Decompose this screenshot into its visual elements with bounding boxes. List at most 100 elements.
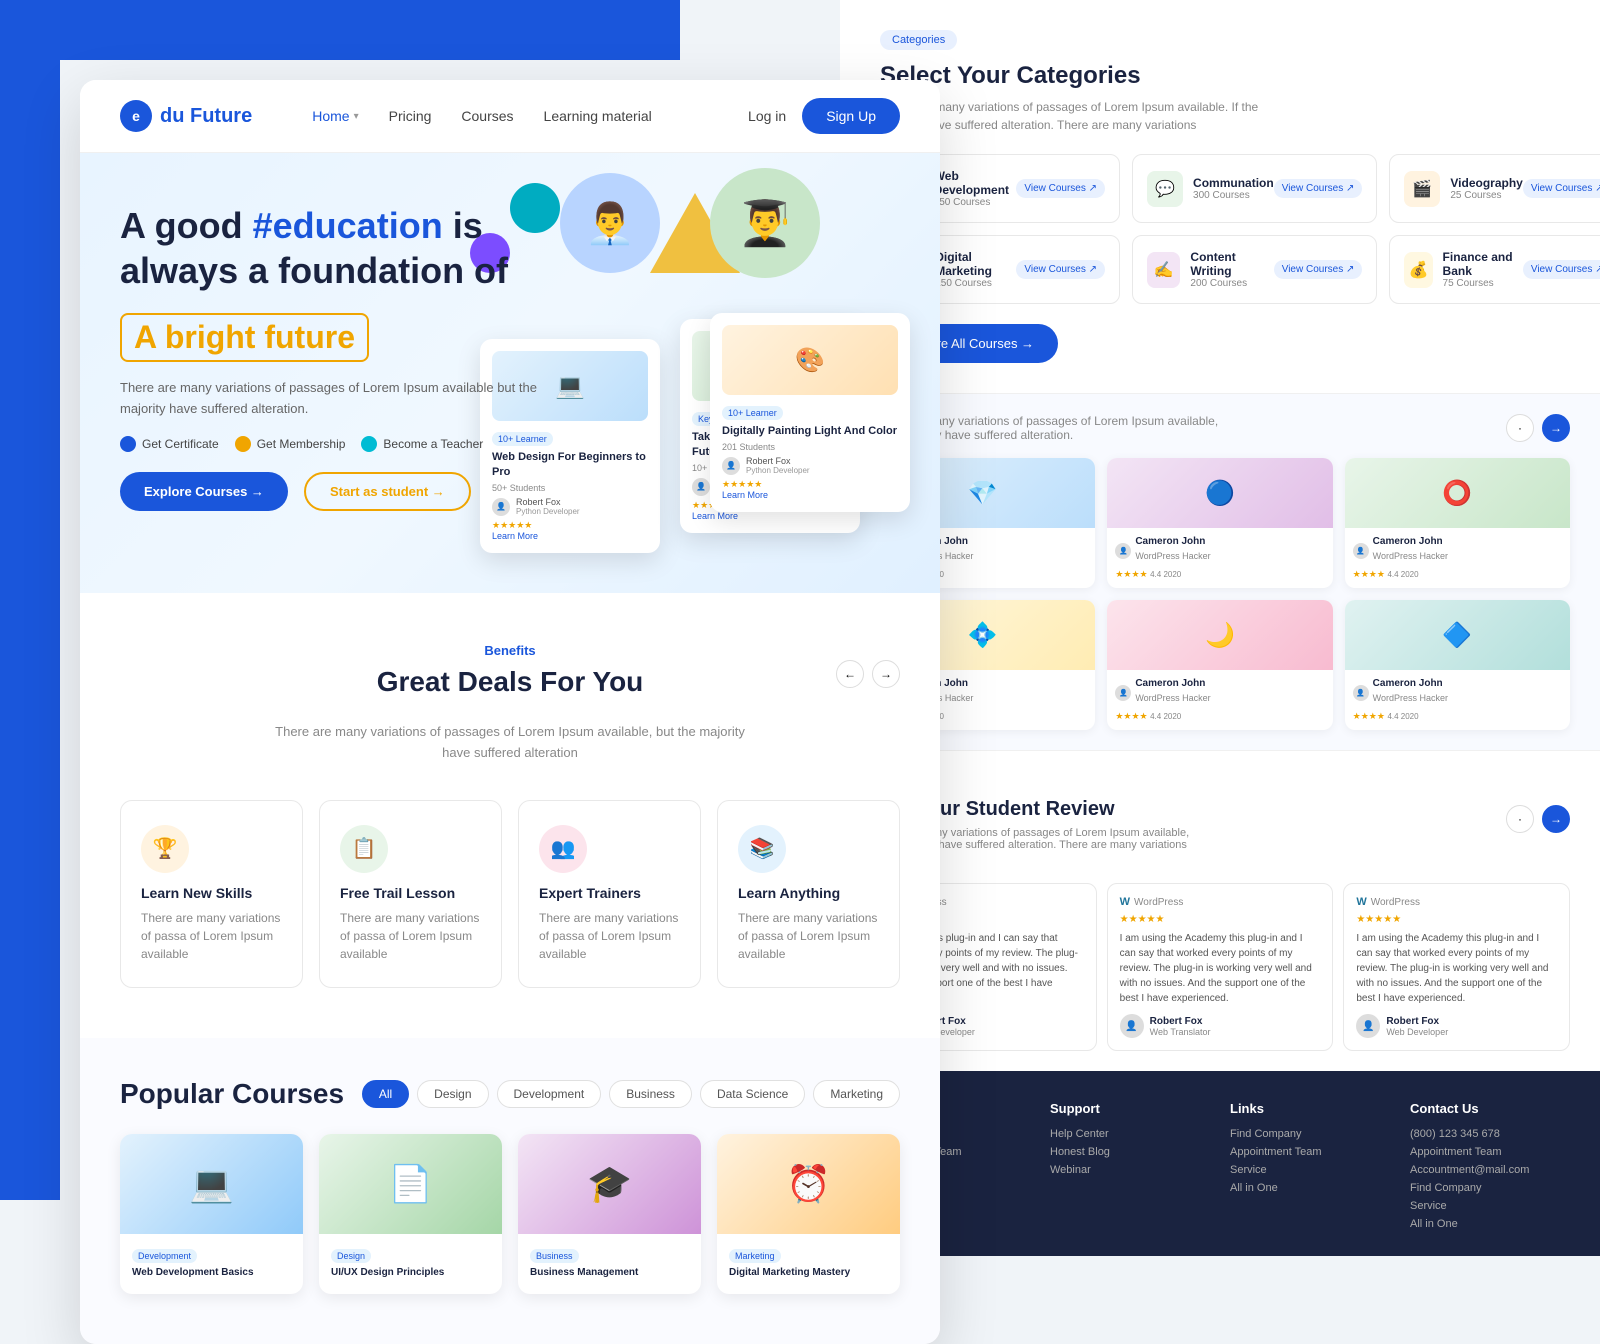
cat-card-4: ✍️ Content Writing 200 Courses View Cour… bbox=[1132, 235, 1377, 304]
view-courses-0[interactable]: View Courses ↗ bbox=[1016, 179, 1105, 198]
cat-info-5: 💰 Finance and Bank 75 Courses bbox=[1404, 250, 1522, 289]
view-courses-4[interactable]: View Courses ↗ bbox=[1274, 260, 1363, 279]
pc-img-1: 📄 bbox=[319, 1134, 502, 1234]
footer-all-in-one[interactable]: All in One bbox=[1410, 1218, 1570, 1230]
categories-title: Select Your Categories bbox=[880, 62, 1560, 90]
categories-desc: There are many variations of passages of… bbox=[880, 98, 1280, 134]
mini-avatar-1: 👤 bbox=[1115, 543, 1131, 559]
reviewer-avatar-2: 👤 bbox=[1356, 1014, 1380, 1038]
filter-data-science[interactable]: Data Science bbox=[700, 1080, 805, 1108]
view-courses-5[interactable]: View Courses ↗ bbox=[1523, 260, 1600, 279]
benefit-desc-0: There are many variations of passa of Lo… bbox=[141, 909, 282, 963]
nav-learning[interactable]: Learning material bbox=[544, 108, 652, 124]
mini-irole-2: WordPress Hacker bbox=[1373, 551, 1448, 561]
card1-learn[interactable]: Learn More bbox=[492, 531, 648, 541]
benefits-header: Great Deals For You ← → bbox=[120, 666, 900, 698]
view-courses-1[interactable]: View Courses ↗ bbox=[1274, 179, 1363, 198]
pc-title-3: Digital Marketing Mastery bbox=[729, 1267, 888, 1278]
popular-title: Popular Courses bbox=[120, 1078, 344, 1110]
login-button[interactable]: Log in bbox=[748, 108, 786, 124]
filter-design[interactable]: Design bbox=[417, 1080, 488, 1108]
benefit-icon-3: 📚 bbox=[738, 825, 786, 873]
footer-find-company[interactable]: Find Company bbox=[1410, 1182, 1570, 1194]
footer-link-blog[interactable]: Honest Blog bbox=[1050, 1146, 1210, 1158]
mini-stars-4: ★★★★ 4.4 2020 bbox=[1115, 711, 1324, 722]
footer-service-link[interactable]: Service bbox=[1410, 1200, 1570, 1212]
hero-badges: Get Certificate Get Membership Become a … bbox=[120, 436, 540, 452]
mini-img-4: 🌙 bbox=[1107, 600, 1332, 670]
card3-tag: 10+ Learner bbox=[722, 406, 783, 420]
filter-business[interactable]: Business bbox=[609, 1080, 692, 1108]
reviewer-2: 👤 Robert Fox Web Developer bbox=[1356, 1014, 1557, 1038]
card3-learn[interactable]: Learn More bbox=[722, 490, 898, 500]
benefits-prev-btn[interactable]: ← bbox=[836, 660, 864, 688]
view-courses-3[interactable]: View Courses ↗ bbox=[1016, 260, 1105, 279]
mini-instructor-row-1: 👤 Cameron John WordPress Hacker bbox=[1115, 536, 1324, 565]
pc-tag-1: Design bbox=[331, 1249, 371, 1263]
reviewer-name-1: Robert Fox bbox=[1150, 1016, 1211, 1027]
mini-irole-5: WordPress Hacker bbox=[1373, 693, 1448, 703]
view-courses-2[interactable]: View Courses ↗ bbox=[1523, 179, 1600, 198]
filter-marketing[interactable]: Marketing bbox=[813, 1080, 900, 1108]
footer-contact-title: Contact Us bbox=[1410, 1101, 1570, 1116]
slider-next-btn[interactable]: → bbox=[1542, 414, 1570, 442]
card3-instructor: 👤 Robert Fox Python Developer bbox=[722, 456, 898, 475]
badge-teacher: Become a Teacher bbox=[361, 436, 483, 452]
card2-learn[interactable]: Learn More bbox=[692, 511, 848, 521]
slider-header: There are many variations of passages of… bbox=[870, 414, 1570, 442]
nav-courses[interactable]: Courses bbox=[461, 108, 513, 124]
benefit-title-0: Learn New Skills bbox=[141, 885, 282, 901]
mini-avatar-5: 👤 bbox=[1353, 685, 1369, 701]
explore-courses-button[interactable]: Explore Courses → bbox=[120, 472, 288, 511]
start-student-button[interactable]: Start as student → bbox=[304, 472, 471, 511]
nav-pricing[interactable]: Pricing bbox=[389, 108, 432, 124]
card-img-3: 🎨 bbox=[722, 325, 898, 395]
pc-title-2: Business Management bbox=[530, 1267, 689, 1278]
mini-img-2: ⭕ bbox=[1345, 458, 1570, 528]
person-circle-1: 👨‍💼 bbox=[560, 173, 660, 273]
footer-link-all[interactable]: All in One bbox=[1230, 1182, 1390, 1194]
reviews-prev-btn[interactable]: · bbox=[1506, 805, 1534, 833]
mini-info-2: 👤 Cameron John WordPress Hacker ★★★★ 4.4… bbox=[1345, 528, 1570, 588]
card3-title: Digitally Painting Light And Color bbox=[722, 424, 898, 438]
logo[interactable]: e du Future bbox=[120, 100, 252, 132]
review-stars-2: ★★★★★ bbox=[1356, 914, 1557, 925]
logo-icon: e bbox=[120, 100, 152, 132]
popular-header-row: Popular Courses All Design Development B… bbox=[120, 1078, 900, 1110]
cat-card-1: 💬 Communation 300 Courses View Courses ↗ bbox=[1132, 154, 1377, 223]
benefit-title-2: Expert Trainers bbox=[539, 885, 680, 901]
filter-all[interactable]: All bbox=[362, 1080, 409, 1108]
cat-name-3: Digital Marketing bbox=[935, 250, 1016, 278]
person-circle-2: 👨‍🎓 bbox=[710, 168, 820, 278]
benefits-next-btn[interactable]: → bbox=[872, 660, 900, 688]
benefit-icon-2: 👥 bbox=[539, 825, 587, 873]
benefits-section: Benefits Great Deals For You ← → There a… bbox=[80, 593, 940, 1038]
nav-home[interactable]: Home ▾ bbox=[312, 108, 358, 124]
cat-count-3: 150 Courses bbox=[935, 278, 1016, 289]
course-slider-section: There are many variations of passages of… bbox=[840, 394, 1600, 751]
popular-course-2: 🎓 Business Business Management bbox=[518, 1134, 701, 1294]
badge-dot-blue bbox=[120, 436, 136, 452]
card3-avatar: 👤 bbox=[722, 457, 740, 475]
mini-info-5: 👤 Cameron John WordPress Hacker ★★★★ 4.4… bbox=[1345, 670, 1570, 730]
cat-icon-1: 💬 bbox=[1147, 171, 1183, 207]
footer-link-find[interactable]: Find Company bbox=[1230, 1128, 1390, 1140]
review-text-1: I am using the Academy this plug-in and … bbox=[1120, 931, 1321, 1006]
signup-button[interactable]: Sign Up bbox=[802, 98, 900, 134]
slider-prev-btn[interactable]: · bbox=[1506, 414, 1534, 442]
footer-link-service[interactable]: Service bbox=[1230, 1164, 1390, 1176]
reviews-header: Testimonial Read Our Student Review Ther… bbox=[870, 771, 1570, 867]
benefit-icon-1: 📋 bbox=[340, 825, 388, 873]
reviews-next-btn[interactable]: → bbox=[1542, 805, 1570, 833]
footer-link-webinar[interactable]: Webinar bbox=[1050, 1164, 1210, 1176]
pc-img-3: ⏰ bbox=[717, 1134, 900, 1234]
footer-link-help[interactable]: Help Center bbox=[1050, 1128, 1210, 1140]
hero-bright-future: A bright future bbox=[120, 313, 369, 362]
footer-link-apt[interactable]: Appointment Team bbox=[1230, 1146, 1390, 1158]
filter-development[interactable]: Development bbox=[497, 1080, 602, 1108]
footer-col-contact: Contact Us (800) 123 345 678 Appointment… bbox=[1410, 1101, 1570, 1236]
pc-tag-3: Marketing bbox=[729, 1249, 781, 1263]
bg-blue-left bbox=[0, 0, 60, 1200]
popular-course-3: ⏰ Marketing Digital Marketing Mastery bbox=[717, 1134, 900, 1294]
review-stars-1: ★★★★★ bbox=[1120, 914, 1321, 925]
